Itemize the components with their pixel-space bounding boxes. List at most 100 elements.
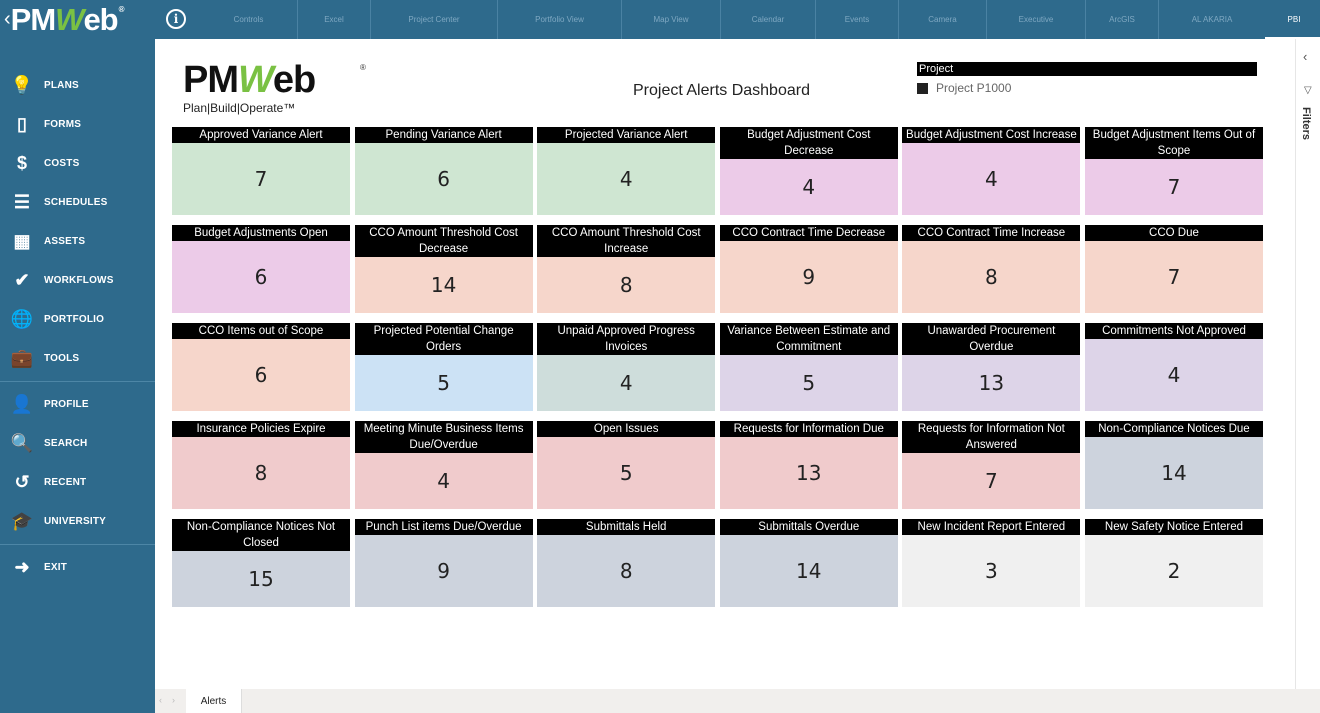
gantt-icon: ☰ — [13, 192, 31, 212]
alert-card-value: 6 — [172, 241, 350, 313]
nav-tab-pbi[interactable]: PBI — [1265, 0, 1320, 40]
alert-card[interactable]: Commitments Not Approved 4 — [1084, 323, 1263, 411]
nav-tab-arcgis[interactable]: ArcGIS — [1086, 0, 1159, 39]
alert-card[interactable]: CCO Due 7 — [1084, 225, 1263, 313]
alert-card-title: Requests for Information Due — [719, 421, 898, 437]
alert-card-title: Submittals Overdue — [719, 519, 898, 535]
nav-tab-excel[interactable]: Excel — [298, 0, 371, 39]
alert-card-value: 5 — [354, 355, 533, 411]
alert-card-title: Unawarded Procurement Overdue — [902, 323, 1081, 355]
slicer-option-project[interactable]: Project P1000 — [917, 81, 1257, 95]
alert-card-title: Non-Compliance Notices Not Closed — [172, 519, 350, 551]
alert-card-value: 4 — [1084, 339, 1263, 411]
nav-tab-calendar[interactable]: Calendar — [721, 0, 816, 39]
report-logo-pm: PM — [183, 59, 239, 101]
project-slicer: Project Project P1000 — [917, 62, 1257, 95]
nav-tab-controls[interactable]: Controls — [200, 0, 298, 39]
sidebar-item-label: COSTS — [44, 158, 80, 169]
alert-card[interactable]: Non-Compliance Notices Not Closed 15 — [172, 519, 350, 607]
alert-card[interactable]: Requests for Information Due 13 — [719, 421, 898, 509]
alert-card[interactable]: Unawarded Procurement Overdue 13 — [902, 323, 1081, 411]
lightbulb-icon: 💡 — [10, 75, 34, 95]
filters-label[interactable]: Filters — [1300, 107, 1312, 140]
alert-card[interactable]: Meeting Minute Business Items Due/Overdu… — [354, 421, 533, 509]
alert-card[interactable]: Projected Potential Change Orders 5 — [354, 323, 533, 411]
report-canvas: PMWeb ® Plan|Build|Operate™ Project Aler… — [155, 39, 1295, 689]
alert-card[interactable]: Projected Variance Alert 4 — [537, 127, 716, 215]
sidebar-item-recent[interactable]: ↺ RECENT — [0, 463, 155, 502]
sidebar-item-assets[interactable]: ▦ ASSETS — [0, 222, 155, 261]
alert-card[interactable]: Unpaid Approved Progress Invoices 4 — [537, 323, 716, 411]
alert-card[interactable]: Approved Variance Alert 7 — [172, 127, 350, 215]
sidebar-item-search[interactable]: 🔍 SEARCH — [0, 424, 155, 463]
sidebar-item-profile[interactable]: 👤 PROFILE — [0, 385, 155, 424]
alert-card-title: Budget Adjustment Cost Decrease — [719, 127, 898, 159]
page-tab-alerts[interactable]: Alerts — [186, 689, 242, 713]
document-icon: ▯ — [17, 114, 27, 134]
nav-tab-project-center[interactable]: Project Center — [371, 0, 498, 39]
sidebar-item-university[interactable]: 🎓 UNIVERSITY — [0, 502, 155, 541]
alert-card[interactable]: CCO Contract Time Increase 8 — [902, 225, 1081, 313]
alert-card-title: CCO Amount Threshold Cost Decrease — [354, 225, 533, 257]
alert-card[interactable]: Budget Adjustment Cost Decrease 4 — [719, 127, 898, 215]
checkmark-icon: ✔ — [14, 270, 30, 290]
logo-text-eb: eb — [83, 1, 118, 37]
logo-registered: ® — [118, 5, 125, 14]
filter-icon: ▽ — [1304, 85, 1312, 96]
alert-card-value: 14 — [719, 535, 898, 607]
alert-card[interactable]: Variance Between Estimate and Commitment… — [719, 323, 898, 411]
sidebar-item-exit[interactable]: ➜ EXIT — [0, 548, 155, 587]
alert-card[interactable]: New Safety Notice Entered 2 — [1084, 519, 1263, 607]
nav-tab-events[interactable]: Events — [816, 0, 899, 39]
alert-card-title: Unpaid Approved Progress Invoices — [537, 323, 716, 355]
alert-card[interactable]: CCO Amount Threshold Cost Increase 8 — [537, 225, 716, 313]
info-icon[interactable]: i — [166, 9, 186, 29]
alert-card-title: Meeting Minute Business Items Due/Overdu… — [354, 421, 533, 453]
pmweb-logo[interactable]: ‹ PM Web ® — [0, 0, 155, 39]
sidebar-item-costs[interactable]: $ COSTS — [0, 144, 155, 183]
sidebar-item-label: UNIVERSITY — [44, 516, 107, 527]
alert-card-value: 7 — [1084, 241, 1263, 313]
sidebar-item-workflows[interactable]: ✔ WORKFLOWS — [0, 261, 155, 300]
next-page-icon[interactable]: › — [172, 695, 175, 705]
alert-card[interactable]: CCO Amount Threshold Cost Decrease 14 — [354, 225, 533, 313]
nav-tab-al-akaria[interactable]: AL AKARIA — [1159, 0, 1265, 39]
collapse-filters-icon[interactable]: ‹ — [1303, 49, 1307, 64]
alert-card[interactable]: Pending Variance Alert 6 — [354, 127, 533, 215]
globe-icon: 🌐 — [10, 309, 34, 329]
sidebar-item-schedules[interactable]: ☰ SCHEDULES — [0, 183, 155, 222]
sidebar-item-plans[interactable]: 💡 PLANS — [0, 66, 155, 105]
alert-card[interactable]: CCO Items out of Scope 6 — [172, 323, 350, 411]
nav-tab-portfolio-view[interactable]: Portfolio View — [498, 0, 622, 39]
alert-card[interactable]: Submittals Overdue 14 — [719, 519, 898, 607]
nav-tab-executive[interactable]: Executive — [987, 0, 1086, 39]
alert-card[interactable]: Budget Adjustment Cost Increase 4 — [902, 127, 1081, 215]
alert-card[interactable]: Insurance Policies Expire 8 — [172, 421, 350, 509]
alert-card-value: 4 — [537, 355, 716, 411]
user-icon: 👤 — [10, 394, 34, 414]
alert-card-value: 8 — [172, 437, 350, 509]
slicer-option-label: Project P1000 — [936, 81, 1012, 95]
search-icon: 🔍 — [10, 433, 34, 453]
nav-tab-map-view[interactable]: Map View — [622, 0, 721, 39]
alert-card[interactable]: New Incident Report Entered 3 — [902, 519, 1081, 607]
checkbox-icon[interactable] — [917, 82, 928, 94]
alert-card[interactable]: Requests for Information Not Answered 7 — [902, 421, 1081, 509]
sidebar-item-tools[interactable]: 💼 TOOLS — [0, 339, 155, 378]
back-chevron-icon[interactable]: ‹ — [4, 8, 11, 31]
nav-tab-camera[interactable]: Camera — [899, 0, 987, 39]
alert-card-title: Submittals Held — [537, 519, 716, 535]
history-icon: ↺ — [14, 472, 30, 492]
alert-card[interactable]: CCO Contract Time Decrease 9 — [719, 225, 898, 313]
sidebar-item-portfolio[interactable]: 🌐 PORTFOLIO — [0, 300, 155, 339]
sidebar-item-forms[interactable]: ▯ FORMS — [0, 105, 155, 144]
alert-card[interactable]: Non-Compliance Notices Due 14 — [1084, 421, 1263, 509]
alert-card[interactable]: Punch List items Due/Overdue 9 — [354, 519, 533, 607]
alert-card-title: Projected Potential Change Orders — [354, 323, 533, 355]
alert-card-title: Approved Variance Alert — [172, 127, 350, 143]
alert-card[interactable]: Budget Adjustments Open 6 — [172, 225, 350, 313]
alert-card[interactable]: Submittals Held 8 — [537, 519, 716, 607]
alert-card[interactable]: Open Issues 5 — [537, 421, 716, 509]
alert-card[interactable]: Budget Adjustment Items Out of Scope 7 — [1084, 127, 1263, 215]
prev-page-icon[interactable]: ‹ — [159, 695, 162, 705]
